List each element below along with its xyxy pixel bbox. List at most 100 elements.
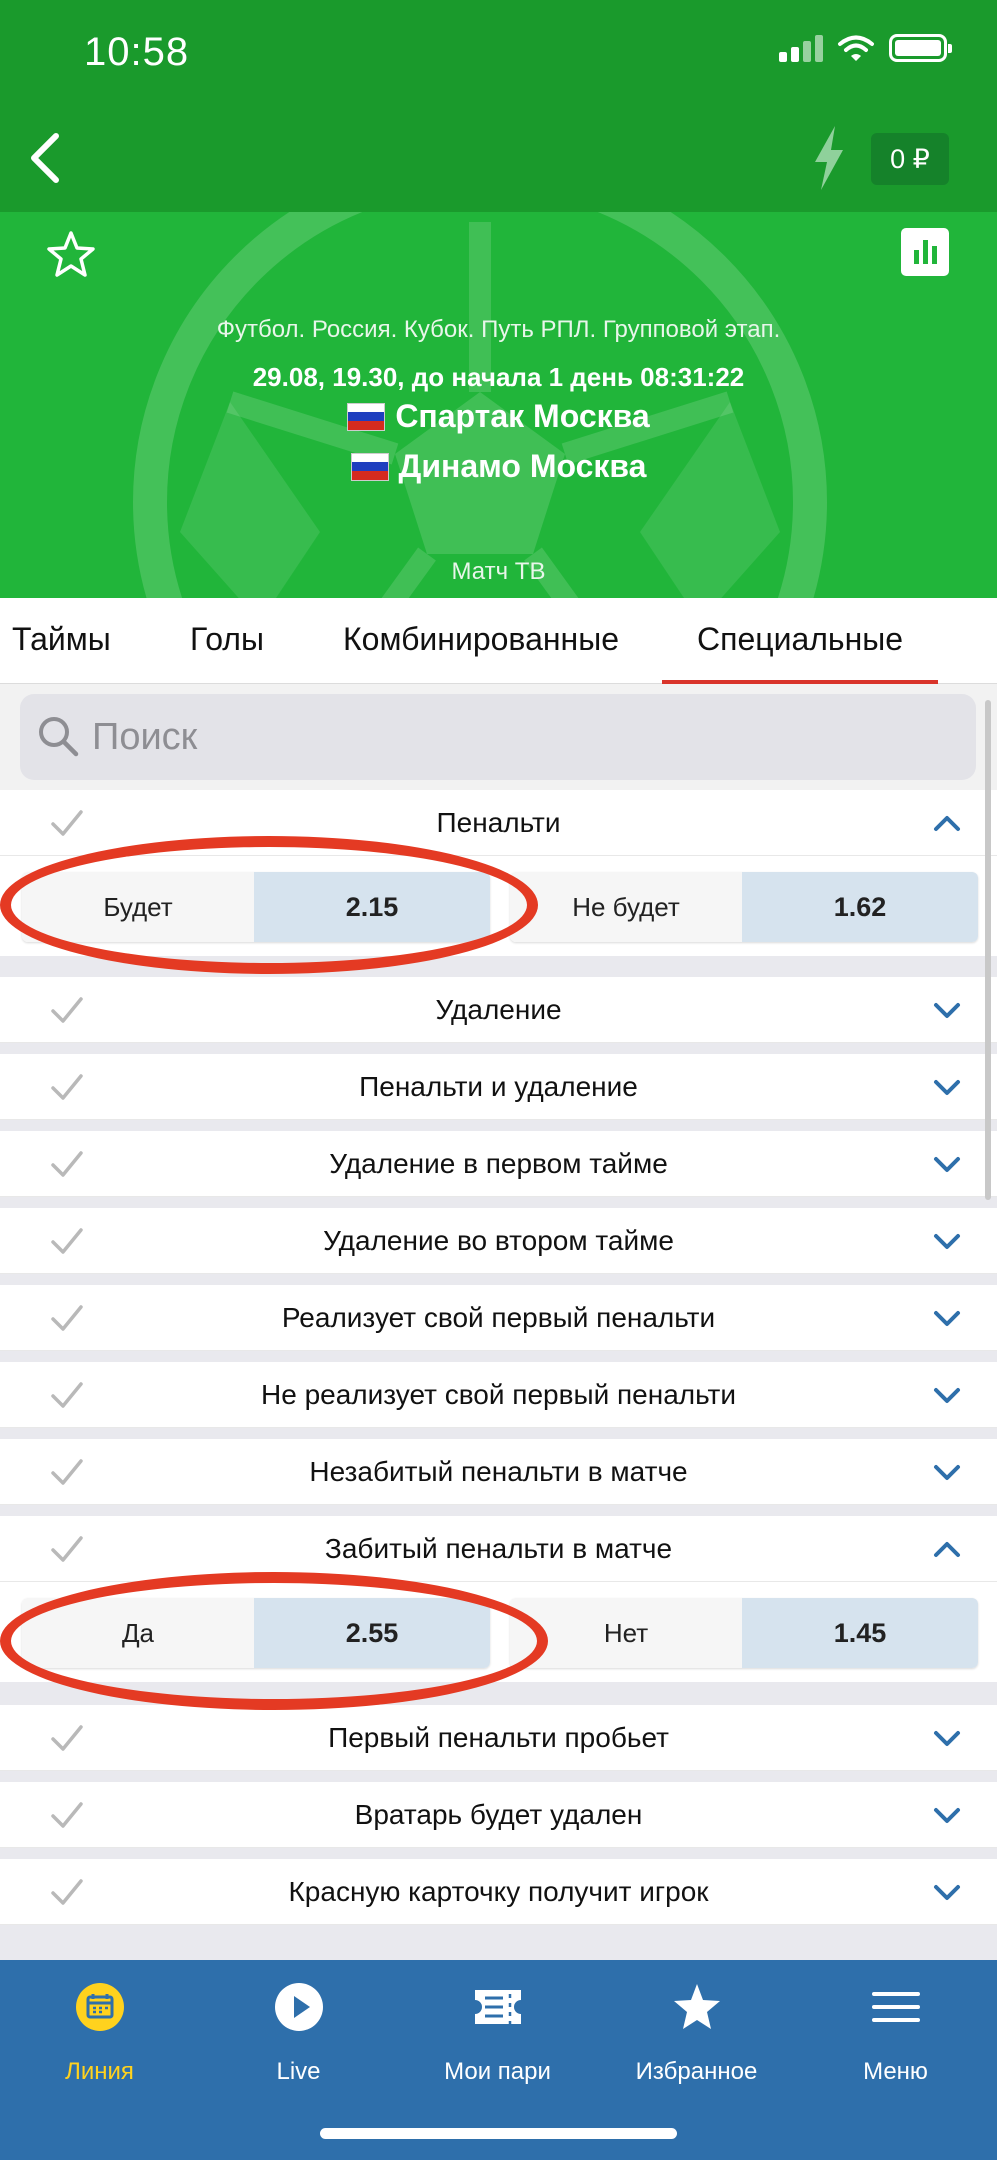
odds-panel: Да 2.55 Нет 1.45 <box>0 1582 997 1682</box>
outcome-label: Да <box>22 1598 254 1668</box>
check-icon[interactable] <box>50 1877 84 1907</box>
market-row[interactable]: Вратарь будет удален <box>0 1782 997 1848</box>
check-icon[interactable] <box>50 1303 84 1333</box>
market-row[interactable]: Удаление <box>0 977 997 1043</box>
check-icon[interactable] <box>50 1534 84 1564</box>
nav-line[interactable]: Линия <box>0 1960 199 2110</box>
team-away-name: Динамо Москва <box>398 448 647 484</box>
check-icon[interactable] <box>50 1072 84 1102</box>
check-icon[interactable] <box>50 808 84 838</box>
market-row[interactable]: Не реализует свой первый пенальти <box>0 1362 997 1428</box>
market-row[interactable]: Забитый пенальти в матче <box>0 1516 997 1582</box>
team-home: Спартак Москва <box>0 398 997 435</box>
odds-value: 1.45 <box>742 1598 978 1668</box>
russia-flag-icon <box>350 452 389 481</box>
nav-label: Избранное <box>635 2058 758 2085</box>
market-title: Незабитый пенальти в матче <box>309 1456 688 1487</box>
chevron-down-icon[interactable] <box>933 1881 961 1903</box>
chevron-down-icon[interactable] <box>933 1804 961 1826</box>
tv-channel: Матч ТВ <box>451 558 546 585</box>
chevron-up-icon[interactable] <box>933 1538 961 1560</box>
statistics-icon[interactable] <box>901 228 949 276</box>
scrollbar[interactable] <box>985 700 991 1200</box>
market-title: Пенальти <box>436 807 561 838</box>
nav-favorites[interactable]: Избранное <box>597 1960 796 2110</box>
odds-button[interactable]: Будет 2.15 <box>22 872 490 942</box>
nav-label: Мои пари <box>444 2058 551 2085</box>
check-icon[interactable] <box>50 1149 84 1179</box>
check-icon[interactable] <box>50 1457 84 1487</box>
chevron-down-icon[interactable] <box>933 1230 961 1252</box>
check-icon[interactable] <box>50 1723 84 1753</box>
market-tabs: Таймы Голы Комбинированные Специальные <box>0 598 997 684</box>
ticket-icon <box>475 1990 521 2024</box>
nav-label: Линия <box>65 2058 134 2085</box>
market-row[interactable]: Реализует свой первый пенальти <box>0 1285 997 1351</box>
market-row[interactable]: Пенальти <box>0 790 997 856</box>
chevron-down-icon[interactable] <box>933 1076 961 1098</box>
search-bar <box>0 684 997 790</box>
market-title: Не реализует свой первый пенальти <box>261 1379 736 1410</box>
odds-value: 1.62 <box>742 872 978 942</box>
status-icons <box>779 34 952 62</box>
chevron-down-icon[interactable] <box>933 1727 961 1749</box>
check-icon[interactable] <box>50 995 84 1025</box>
chevron-up-icon[interactable] <box>933 812 961 834</box>
market-title: Вратарь будет удален <box>354 1799 643 1830</box>
odds-button[interactable]: Не будет 1.62 <box>510 872 978 942</box>
market-title: Удаление <box>435 994 562 1025</box>
play-icon <box>275 1983 323 2031</box>
match-header: Футбол. Россия. Кубок. Путь РПЛ. Группов… <box>0 212 997 598</box>
chevron-down-icon[interactable] <box>933 1384 961 1406</box>
wifi-icon <box>838 35 874 61</box>
market-row[interactable]: Красную карточку получит игрок <box>0 1859 997 1925</box>
team-away: Динамо Москва <box>0 448 997 485</box>
chevron-down-icon[interactable] <box>933 1307 961 1329</box>
check-icon[interactable] <box>50 1800 84 1830</box>
nav-live[interactable]: Live <box>199 1960 398 2110</box>
tab-special[interactable]: Специальные <box>662 598 939 684</box>
odds-button[interactable]: Нет 1.45 <box>510 1598 978 1668</box>
market-title: Реализует свой первый пенальти <box>281 1302 716 1333</box>
search-field[interactable] <box>20 694 976 780</box>
check-icon[interactable] <box>50 1226 84 1256</box>
menu-icon <box>872 1992 920 2022</box>
tab-combined[interactable]: Комбинированные <box>343 598 619 684</box>
odds-value: 2.15 <box>254 872 490 942</box>
russia-flag-icon <box>347 402 386 431</box>
market-row[interactable]: Удаление во втором тайме <box>0 1208 997 1274</box>
chevron-down-icon[interactable] <box>933 1153 961 1175</box>
search-icon <box>39 717 79 757</box>
nav-menu[interactable]: Меню <box>796 1960 995 2110</box>
signal-icon <box>779 34 823 62</box>
market-row[interactable]: Незабитый пенальти в матче <box>0 1439 997 1505</box>
balance-badge[interactable]: 0 ₽ <box>871 133 949 185</box>
odds-button[interactable]: Да 2.55 <box>22 1598 490 1668</box>
lightning-icon[interactable] <box>809 126 849 190</box>
top-bar: 10:58 0 ₽ <box>0 0 997 212</box>
check-icon[interactable] <box>50 1380 84 1410</box>
chevron-down-icon[interactable] <box>933 1461 961 1483</box>
nav-label: Live <box>276 2058 321 2085</box>
chevron-down-icon[interactable] <box>933 999 961 1021</box>
market-title: Пенальти и удаление <box>359 1071 638 1102</box>
outcome-label: Будет <box>22 872 254 942</box>
odds-value: 2.55 <box>254 1598 490 1668</box>
nav-my-bets[interactable]: Мои пари <box>398 1960 597 2110</box>
home-indicator <box>320 2128 677 2139</box>
team-home-name: Спартак Москва <box>395 398 650 434</box>
search-input[interactable] <box>92 694 952 780</box>
outcome-label: Нет <box>510 1598 742 1668</box>
market-row[interactable]: Удаление в первом тайме <box>0 1131 997 1197</box>
back-arrow-icon[interactable] <box>26 130 66 186</box>
market-title: Удаление во втором тайме <box>323 1225 674 1256</box>
tab-goals[interactable]: Голы <box>190 598 264 684</box>
market-title: Первый пенальти пробьет <box>328 1722 669 1753</box>
market-title: Красную карточку получит игрок <box>288 1876 709 1907</box>
tournament-name: Футбол. Россия. Кубок. Путь РПЛ. Группов… <box>216 316 781 343</box>
market-row[interactable]: Первый пенальти пробьет <box>0 1705 997 1771</box>
favorite-star-icon[interactable] <box>46 230 96 280</box>
market-row[interactable]: Пенальти и удаление <box>0 1054 997 1120</box>
tab-halves[interactable]: Таймы <box>12 598 111 684</box>
outcome-label: Не будет <box>510 872 742 942</box>
